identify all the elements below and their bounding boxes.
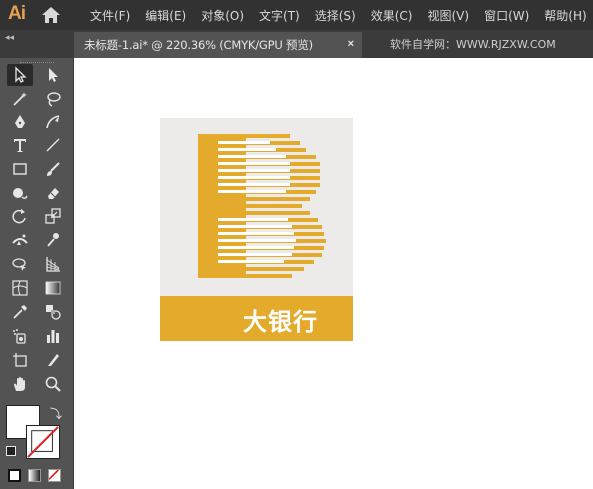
- gradient-mode-button[interactable]: [28, 469, 41, 482]
- menu-type[interactable]: 文字(T): [251, 7, 307, 24]
- zoom-tool-icon[interactable]: [40, 373, 66, 395]
- stroke-swatch[interactable]: [26, 425, 60, 459]
- menu-object[interactable]: 对象(O): [193, 7, 251, 24]
- menu-select[interactable]: 选择(S): [307, 7, 363, 24]
- perspective-grid-tool-icon[interactable]: [40, 253, 66, 275]
- home-icon[interactable]: [41, 6, 61, 24]
- menu-view[interactable]: 视图(V): [419, 7, 476, 24]
- app-logo: Ai: [8, 3, 26, 24]
- canvas[interactable]: 大银行: [74, 58, 593, 489]
- mesh-tool-icon[interactable]: [7, 277, 33, 299]
- scale-tool-icon[interactable]: [40, 205, 66, 227]
- letter-b-graphic: [198, 134, 326, 278]
- menu-file[interactable]: 文件(F): [82, 7, 137, 24]
- logo-text: 大银行: [243, 308, 318, 336]
- width-tool-icon[interactable]: [7, 229, 33, 251]
- slice-tool-icon[interactable]: [40, 349, 66, 371]
- document-tab-label: 未标题-1.ai* @ 220.36% (CMYK/GPU 预览): [84, 38, 313, 52]
- eraser-tool-icon[interactable]: [40, 182, 66, 204]
- main-menu: 文件(F) 编辑(E) 对象(O) 文字(T) 选择(S) 效果(C) 视图(V…: [82, 0, 593, 30]
- close-tab-icon[interactable]: ×: [348, 38, 354, 50]
- blend-tool-icon[interactable]: [40, 301, 66, 323]
- menu-help[interactable]: 帮助(H): [536, 7, 593, 24]
- menu-effect[interactable]: 效果(C): [363, 7, 420, 24]
- rectangle-tool-icon[interactable]: [7, 158, 33, 180]
- hand-tool-icon[interactable]: [7, 373, 33, 395]
- tools-panel: ⤵: [0, 58, 74, 489]
- lasso-tool-icon[interactable]: [40, 88, 66, 110]
- artboard-tool-icon[interactable]: [7, 349, 33, 371]
- menu-edit[interactable]: 编辑(E): [137, 7, 193, 24]
- curvature-tool-icon[interactable]: [40, 111, 66, 133]
- shape-builder-tool-icon[interactable]: [7, 253, 33, 275]
- collapse-panel-icon[interactable]: ◂◂: [5, 32, 14, 43]
- default-fill-stroke-icon[interactable]: [6, 446, 16, 456]
- eyedropper-tool-icon[interactable]: [7, 301, 33, 323]
- magic-wand-tool-icon[interactable]: [7, 88, 33, 110]
- document-tab[interactable]: 未标题-1.ai* @ 220.36% (CMYK/GPU 预览) ×: [74, 32, 362, 58]
- selection-tool-icon[interactable]: [7, 64, 33, 86]
- bank-logo-artwork[interactable]: 大银行: [160, 118, 353, 341]
- gradient-tool-icon[interactable]: [40, 277, 66, 299]
- line-segment-tool-icon[interactable]: [40, 134, 66, 156]
- color-mode-button[interactable]: [8, 469, 21, 482]
- swap-fill-stroke-icon[interactable]: ⤵: [50, 405, 62, 422]
- shaper-tool-icon[interactable]: [7, 182, 33, 204]
- pen-tool-icon[interactable]: [7, 111, 33, 133]
- symbol-sprayer-tool-icon[interactable]: [7, 325, 33, 347]
- paintbrush-tool-icon[interactable]: [40, 158, 66, 180]
- direct-selection-tool-icon[interactable]: [40, 64, 66, 86]
- menu-bar: Ai 文件(F) 编辑(E) 对象(O) 文字(T) 选择(S) 效果(C) 视…: [0, 0, 593, 30]
- watermark-text: 软件自学网：WWW.RJZXW.COM: [390, 38, 556, 51]
- puppet-warp-tool-icon[interactable]: [40, 229, 66, 251]
- column-graph-tool-icon[interactable]: [40, 325, 66, 347]
- none-mode-button[interactable]: [48, 469, 61, 482]
- type-tool-icon[interactable]: [7, 134, 33, 156]
- menu-window[interactable]: 窗口(W): [476, 7, 536, 24]
- rotate-tool-icon[interactable]: [7, 205, 33, 227]
